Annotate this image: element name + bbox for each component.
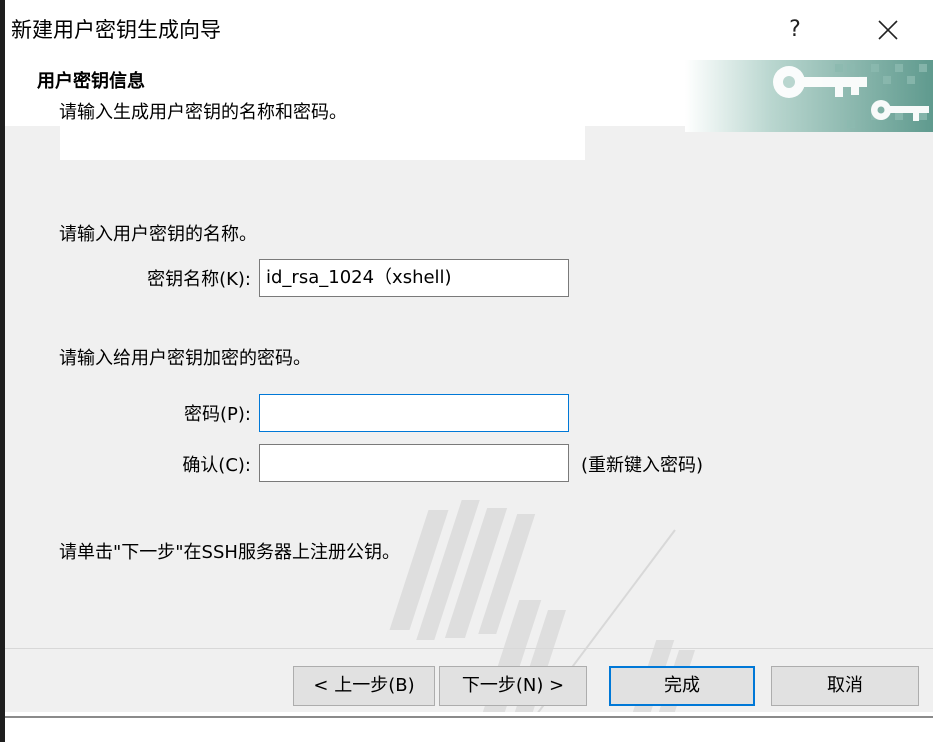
title-bar[interactable]: 新建用户密钥生成向导 ? bbox=[5, 0, 933, 60]
key-name-input[interactable]: id_rsa_1024（xshell) bbox=[259, 259, 569, 297]
header-description: 请输入生成用户密钥的名称和密码。 bbox=[59, 102, 347, 123]
bottom-divider bbox=[5, 716, 933, 718]
password-input[interactable] bbox=[259, 394, 569, 432]
window-title: 新建用户密钥生成向导 bbox=[11, 18, 221, 42]
confirm-hint: (重新键入密码) bbox=[581, 455, 704, 476]
back-button[interactable]: < 上一步(B) bbox=[293, 666, 435, 706]
password-label: 密码(P): bbox=[184, 404, 251, 425]
key-icon bbox=[685, 60, 933, 132]
next-step-hint: 请单击"下一步"在SSH服务器上注册公钥。 bbox=[59, 542, 400, 563]
password-prompt: 请输入给用户密钥加密的密码。 bbox=[59, 348, 311, 369]
key-name-label: 密钥名称(K): bbox=[147, 269, 251, 290]
footer-separator bbox=[5, 648, 933, 649]
wizard-header: 用户密钥信息 请输入生成用户密钥的名称和密码。 bbox=[5, 60, 933, 160]
confirm-password-input[interactable] bbox=[259, 444, 569, 482]
header-title: 用户密钥信息 bbox=[37, 71, 145, 92]
next-button[interactable]: 下一步(N) > bbox=[439, 666, 587, 706]
key-generation-wizard-dialog: 新建用户密钥生成向导 ? 用户密钥信息 请输入生成用户密钥的名称和密码。 请输入… bbox=[5, 0, 933, 742]
confirm-label: 确认(C): bbox=[182, 455, 251, 476]
finish-button[interactable]: 完成 bbox=[609, 666, 755, 706]
close-button[interactable] bbox=[853, 8, 923, 52]
name-prompt: 请输入用户密钥的名称。 bbox=[59, 224, 257, 245]
cancel-button[interactable]: 取消 bbox=[771, 666, 919, 706]
help-button[interactable]: ? bbox=[775, 8, 815, 52]
close-icon bbox=[878, 20, 898, 40]
